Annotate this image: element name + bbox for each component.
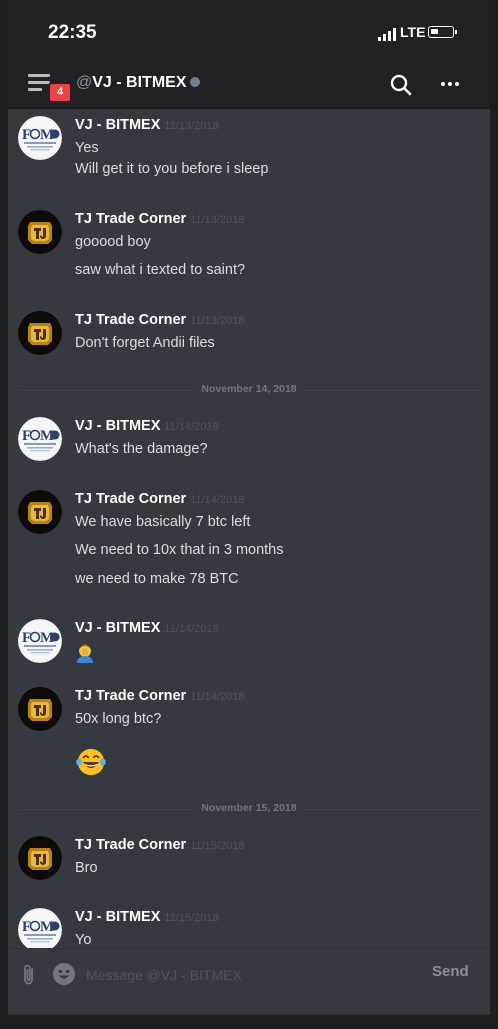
message-header: VJ - BITMEX 11/13/2018 — [75, 116, 219, 134]
message-timestamp: 11/15/2018 — [190, 839, 245, 852]
author-name[interactable]: TJ Trade Corner — [75, 211, 186, 227]
message-text: we need to make 78 BTC — [75, 570, 239, 587]
status-time: 22:35 — [48, 22, 97, 43]
status-bar: 22:35 LTE — [8, 0, 490, 62]
message-timestamp: 11/13/2018 — [190, 213, 245, 226]
message-text: saw what i texted to saint? — [75, 262, 246, 278]
message-timestamp: 11/13/2018 — [190, 314, 245, 327]
signal-icon — [378, 28, 396, 41]
author-name[interactable]: TJ Trade Corner — [75, 491, 186, 507]
avatar[interactable] — [18, 489, 62, 534]
battery-level — [431, 29, 438, 34]
message-text: Bro — [75, 859, 98, 876]
date-divider-label: November 14, 2018 — [193, 383, 305, 395]
author-name[interactable]: VJ - BITMEX — [75, 418, 160, 434]
author-name[interactable]: TJ Trade Corner — [75, 688, 186, 704]
message-header: TJ Trade Corner 11/13/2018 — [75, 210, 244, 228]
author-name[interactable]: VJ - BITMEX — [75, 909, 160, 925]
message-header: TJ Trade Corner 11/14/2018 — [75, 687, 244, 705]
message-text: Yo — [75, 932, 92, 948]
date-divider-label: November 15, 2018 — [193, 801, 305, 814]
avatar[interactable] — [18, 687, 62, 731]
channel-header: 4 @VJ - BITMEX — [8, 62, 490, 109]
search-icon[interactable] — [389, 73, 413, 97]
message-header: TJ Trade Corner 11/15/2018 — [75, 836, 244, 854]
message-text: Will get it to you before i sleep — [75, 161, 269, 177]
status-dot-icon — [190, 76, 201, 87]
message-timestamp: 11/14/2018 — [190, 493, 245, 506]
message-timestamp: 11/14/2018 — [190, 691, 245, 703]
paperclip-icon[interactable] — [21, 963, 37, 987]
menu-icon[interactable] — [28, 74, 50, 92]
message-header: VJ - BITMEX 11/15/2018 — [75, 908, 219, 926]
dm-name: VJ - BITMEX — [92, 74, 187, 91]
message-text: We need to 10x that in 3 months — [75, 542, 284, 558]
author-name[interactable]: TJ Trade Corner — [75, 312, 186, 328]
avatar[interactable]: FM — [18, 116, 62, 160]
man-facepalming-icon — [75, 643, 95, 668]
message-text: gooood boy — [75, 233, 151, 250]
notification-badge: 4 — [48, 82, 72, 103]
battery-icon — [428, 26, 457, 38]
more-options-icon[interactable] — [441, 82, 459, 86]
message-timestamp: 11/13/2018 — [164, 120, 219, 132]
author-name[interactable]: TJ Trade Corner — [75, 837, 186, 853]
message-text: What's the damage? — [75, 441, 208, 457]
message-timestamp: 11/15/2018 — [164, 912, 219, 924]
author-name[interactable]: VJ - BITMEX — [75, 620, 160, 636]
avatar[interactable]: FM — [18, 417, 62, 461]
avatar[interactable] — [18, 835, 62, 880]
send-button[interactable]: Send — [432, 963, 469, 980]
emoji-icon[interactable] — [52, 962, 76, 986]
message-input[interactable] — [84, 959, 418, 991]
avatar[interactable]: FM — [18, 619, 62, 663]
avatar[interactable] — [18, 310, 62, 355]
message-text: 50x long btc? — [75, 711, 162, 727]
face-with-tears-of-joy-icon — [75, 746, 107, 783]
dm-title[interactable]: @VJ - BITMEX — [76, 74, 201, 92]
date-divider: November 14, 2018 — [18, 383, 480, 397]
network-label: LTE — [400, 24, 426, 40]
app-screen: 22:35 LTE 4 @VJ - BITMEX F M VJ - BITMEX 11… — [8, 0, 490, 1015]
message-timestamp: 11/14/2018 — [164, 623, 219, 635]
message-list[interactable]: F M VJ - BITMEX 11/13/2018 Yes Will get it to… — [8, 108, 490, 948]
message-header: TJ Trade Corner 11/14/2018 — [75, 490, 244, 508]
message-header: VJ - BITMEX 11/14/2018 — [75, 619, 219, 637]
date-divider: November 15, 2018 — [18, 801, 480, 816]
avatar[interactable] — [18, 209, 62, 254]
message-header: VJ - BITMEX 11/14/2018 — [75, 417, 219, 435]
message-text: Don't forget Andii files — [75, 334, 215, 351]
message-timestamp: 11/14/2018 — [164, 421, 219, 433]
message-header: TJ Trade Corner 11/13/2018 — [75, 311, 244, 329]
avatar[interactable]: FM — [18, 908, 62, 948]
author-name[interactable]: VJ - BITMEX — [75, 117, 160, 133]
message-composer: Send — [8, 948, 490, 1001]
dm-prefix: @ — [76, 74, 93, 91]
message-text: Yes — [75, 140, 99, 156]
message-text: We have basically 7 btc left — [75, 513, 251, 530]
